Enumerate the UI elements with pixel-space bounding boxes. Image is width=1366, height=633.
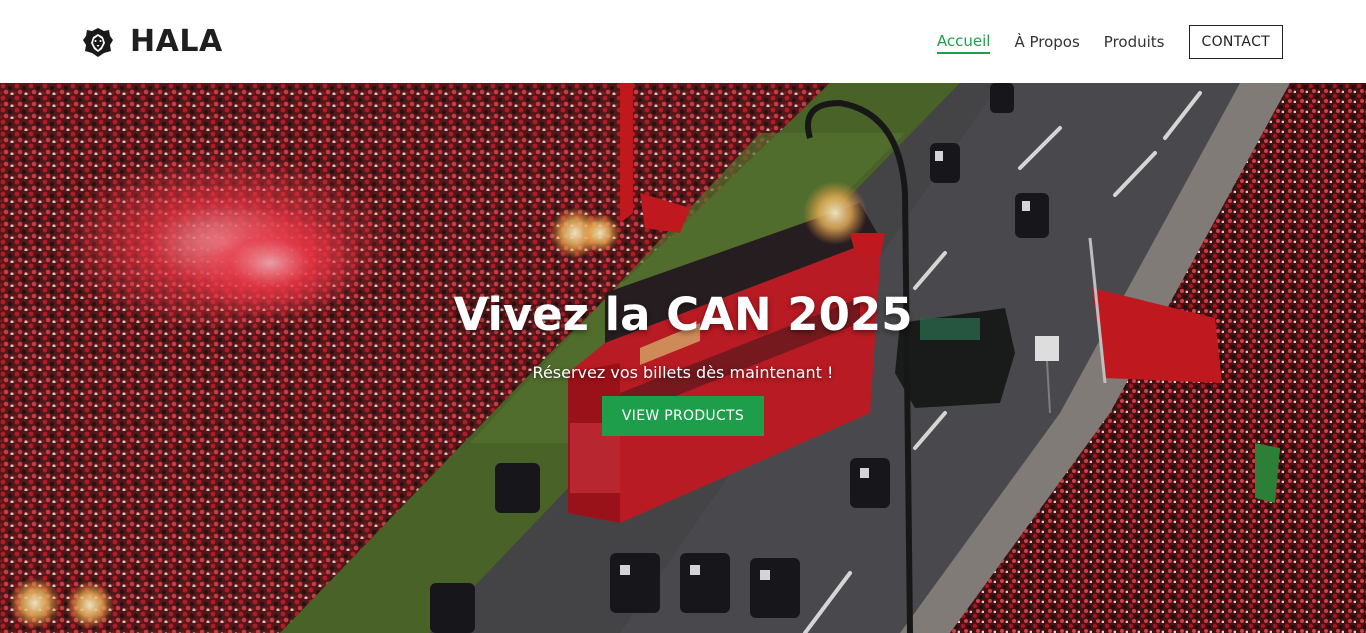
contact-button[interactable]: CONTACT <box>1188 24 1283 59</box>
nav-item-a-propos[interactable]: À Propos <box>1014 31 1079 53</box>
hero-title: Vivez la CAN 2025 <box>453 288 913 341</box>
brand-name: HALA <box>130 24 223 59</box>
nav-item-accueil[interactable]: Accueil <box>936 30 991 54</box>
hero-content: Vivez la CAN 2025 Réservez vos billets d… <box>0 288 1366 436</box>
main-nav: Accueil À Propos Produits CONTACT <box>936 24 1283 59</box>
hero-subtitle: Réservez vos billets dès maintenant ! <box>532 363 834 382</box>
nav-item-produits[interactable]: Produits <box>1104 31 1165 53</box>
brand[interactable]: HALA <box>82 24 223 59</box>
lion-head-icon <box>83 27 113 57</box>
site-header: HALA Accueil À Propos Produits CONTACT <box>0 0 1366 83</box>
view-products-button[interactable]: VIEW PRODUCTS <box>601 396 765 436</box>
hero-section: Vivez la CAN 2025 Réservez vos billets d… <box>0 83 1366 633</box>
